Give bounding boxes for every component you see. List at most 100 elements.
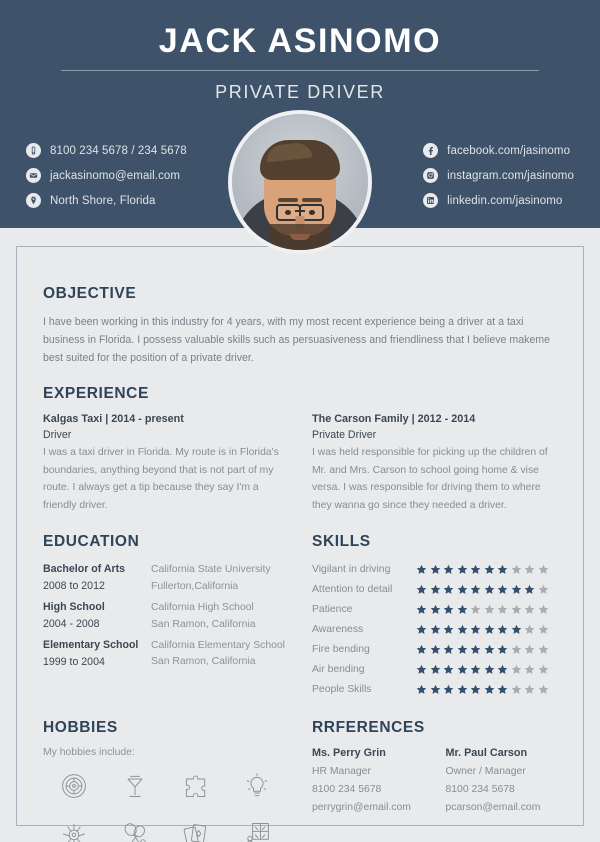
- page-title: JACK ASINOMO: [158, 22, 442, 60]
- star-filled-icon: [457, 665, 467, 675]
- education-degree: High School: [43, 600, 105, 613]
- location-pin-icon: [26, 193, 41, 208]
- skill-name: Fire bending: [312, 644, 370, 656]
- experience-role: Driver: [43, 428, 72, 441]
- star-filled-icon: [430, 565, 440, 575]
- star-empty-icon: [538, 605, 548, 615]
- star-filled-icon: [430, 665, 440, 675]
- star-filled-icon: [457, 625, 467, 635]
- hobbies-heading: HOBBIES: [43, 719, 118, 736]
- star-filled-icon: [443, 645, 454, 655]
- star-filled-icon: [416, 665, 427, 675]
- skill-rating: [416, 584, 549, 595]
- title-divider: [61, 70, 539, 72]
- star-empty-icon: [538, 565, 548, 575]
- social-facebook[interactable]: facebook.com/jasinomo: [423, 143, 570, 158]
- star-filled-icon: [497, 625, 508, 635]
- education-school: California State University: [151, 564, 271, 576]
- star-filled-icon: [484, 645, 494, 655]
- hobby-item: [104, 816, 165, 842]
- hobby-item: [43, 768, 104, 804]
- section-experience: EXPERIENCE Kalgas Taxi | 2014 - present …: [43, 385, 557, 516]
- section-education: EDUCATION Bachelor of Arts 2008 to 2012 …: [43, 533, 288, 701]
- skill-rating: [416, 664, 549, 675]
- section-skills: SKILLS Vigilant in driving Attention to d…: [312, 533, 557, 701]
- star-filled-icon: [470, 645, 481, 655]
- resume-header: JACK ASINOMO PRIVATE DRIVER 8100 234 567…: [0, 0, 600, 254]
- social-facebook-text: facebook.com/jasinomo: [447, 144, 571, 157]
- hobby-item: [43, 816, 104, 842]
- star-filled-icon: [457, 605, 467, 615]
- education-item: High School 2004 - 2008 California High …: [43, 599, 288, 634]
- board-game-icon: [247, 823, 270, 842]
- lightbulb-icon: [247, 773, 268, 797]
- star-filled-icon: [511, 625, 521, 635]
- experience-description: I was held responsible for picking up th…: [312, 446, 548, 512]
- reference-entry: Mr. Paul Carson Owner / Manager 8100 234…: [446, 747, 558, 820]
- hobby-item: [166, 768, 227, 804]
- skill-row: Patience: [312, 601, 557, 618]
- skill-name: Attention to detail: [312, 584, 393, 596]
- star-empty-icon: [524, 665, 535, 675]
- skill-rating: [416, 604, 549, 615]
- skill-row: Vigilant in driving: [312, 561, 557, 578]
- star-filled-icon: [470, 625, 481, 635]
- star-empty-icon: [524, 685, 535, 695]
- experience-item: The Carson Family | 2012 - 2014 Private …: [312, 413, 557, 516]
- star-filled-icon: [470, 565, 481, 575]
- star-empty-icon: [524, 625, 535, 635]
- skill-name: People Skills: [312, 684, 372, 696]
- education-heading: EDUCATION: [43, 533, 140, 551]
- star-filled-icon: [416, 585, 427, 595]
- reference-phone: 8100 234 5678: [445, 784, 515, 795]
- reference-name: Mr. Paul Carson: [445, 747, 528, 759]
- star-empty-icon: [511, 605, 521, 615]
- dartboard-icon: [61, 774, 86, 798]
- star-filled-icon: [443, 665, 454, 675]
- contact-location[interactable]: North Shore, Florida: [26, 193, 187, 208]
- star-empty-icon: [511, 665, 521, 675]
- skill-rating: [416, 684, 549, 695]
- section-references: RRFERENCES Ms. Perry Grin HR Manager 810…: [312, 719, 557, 842]
- gear-mechanism-icon: [62, 823, 85, 842]
- skill-row: People Skills: [312, 681, 557, 698]
- reference-email: pcarson@email.com: [445, 802, 541, 813]
- hobby-item: [227, 768, 288, 804]
- linkedin-icon: [423, 193, 439, 208]
- star-filled-icon: [416, 685, 427, 695]
- contact-email[interactable]: jackasinomo@email.com: [26, 168, 187, 183]
- skills-list: Vigilant in driving Attention to detail Pa…: [312, 561, 557, 698]
- education-years: 2008 to 2012: [43, 580, 105, 593]
- social-linkedin[interactable]: linkedin.com/jasinomo: [423, 193, 562, 208]
- instagram-icon: [423, 168, 439, 183]
- references-heading: RRFERENCES: [312, 719, 425, 736]
- star-filled-icon: [430, 585, 440, 595]
- contact-phone[interactable]: 8100 234 5678 / 234 5678: [26, 143, 187, 158]
- objective-text: I have been working in this industry for…: [43, 316, 550, 365]
- section-objective: OBJECTIVE I have been working in this in…: [43, 285, 557, 368]
- ping-pong-paddles-icon: [124, 823, 146, 842]
- contact-phone-text: 8100 234 5678 / 234 5678: [50, 144, 187, 157]
- skill-name: Air bending: [312, 664, 365, 676]
- resume-body: OBJECTIVE I have been working in this in…: [0, 228, 600, 842]
- experience-heading: EXPERIENCE: [43, 384, 149, 402]
- star-filled-icon: [430, 685, 440, 695]
- star-filled-icon: [470, 585, 481, 595]
- star-empty-icon: [538, 625, 548, 635]
- contact-email-text: jackasinomo@email.com: [50, 169, 181, 182]
- star-filled-icon: [497, 665, 508, 675]
- star-empty-icon: [538, 645, 548, 655]
- reference-title: Owner / Manager: [445, 766, 526, 777]
- star-empty-icon: [511, 565, 521, 575]
- job-role-subtitle: PRIVATE DRIVER: [215, 82, 385, 103]
- reference-email: perrygrin@email.com: [312, 802, 411, 813]
- star-filled-icon: [497, 585, 508, 595]
- star-filled-icon: [416, 605, 427, 615]
- education-location: San Ramon, California: [151, 618, 256, 630]
- star-filled-icon: [457, 685, 467, 695]
- star-filled-icon: [443, 625, 454, 635]
- social-instagram[interactable]: instagram.com/jasinomo: [423, 168, 574, 183]
- skill-row: Attention to detail: [312, 581, 557, 598]
- star-filled-icon: [430, 645, 440, 655]
- star-filled-icon: [511, 585, 521, 595]
